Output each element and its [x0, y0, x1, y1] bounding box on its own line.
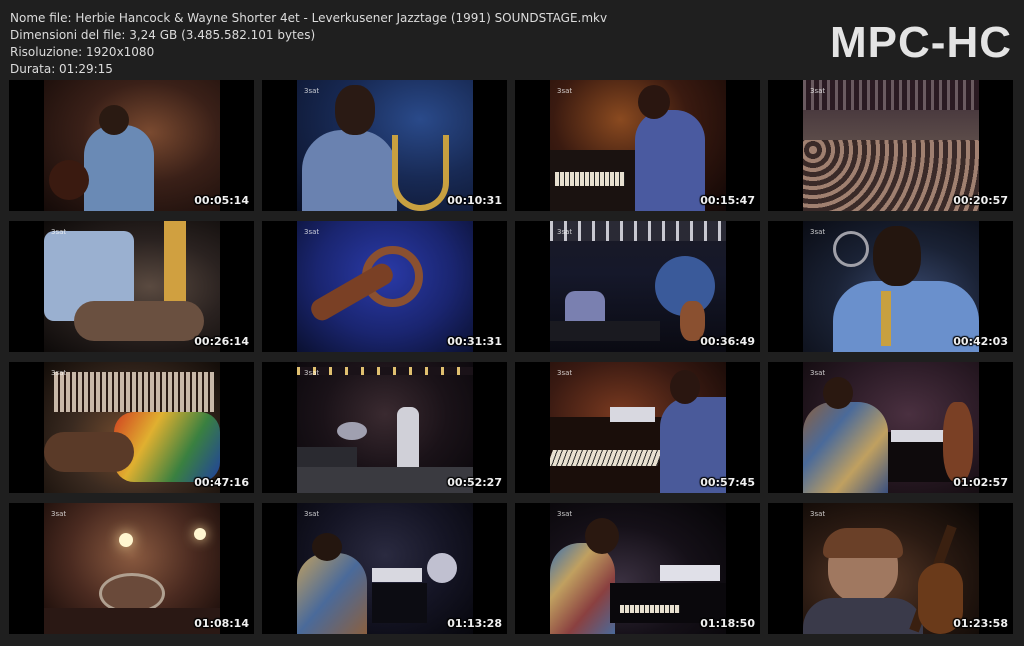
timestamp: 01:18:50: [700, 617, 755, 630]
thumbnail: 3sat 00:26:14: [9, 221, 254, 352]
channel-logo-icon: 3sat: [51, 510, 67, 518]
thumbnail: 3sat 00:42:03: [768, 221, 1013, 352]
channel-logo-icon: 3sat: [557, 369, 573, 377]
video-frame: 3sat: [297, 80, 473, 211]
channel-logo-icon: 3sat: [810, 87, 826, 95]
channel-logo-icon: 3sat: [304, 87, 320, 95]
thumbnail: 3sat 01:02:57: [768, 362, 1013, 493]
channel-logo-icon: 3sat: [304, 510, 320, 518]
resolution: Risoluzione: 1920x1080: [10, 45, 155, 59]
timestamp: 01:13:28: [447, 617, 502, 630]
timestamp: 01:02:57: [953, 476, 1008, 489]
timestamp: 00:15:47: [700, 194, 755, 207]
timestamp: 01:23:58: [953, 617, 1008, 630]
timestamp: 00:31:31: [447, 335, 502, 348]
thumbnail: 3sat 00:36:49: [515, 221, 760, 352]
channel-logo-icon: 3sat: [304, 369, 320, 377]
video-frame: 3sat: [550, 503, 726, 634]
video-frame: 3sat: [550, 221, 726, 352]
channel-logo-icon: 3sat: [51, 369, 67, 377]
thumbnail: 3sat 01:18:50: [515, 503, 760, 634]
video-frame: 3sat: [44, 221, 220, 352]
video-frame: 3sat: [803, 503, 979, 634]
video-frame: 3sat: [803, 221, 979, 352]
channel-logo-icon: 3sat: [810, 510, 826, 518]
channel-logo-icon: 3sat: [304, 228, 320, 236]
thumbnail: 3sat 01:23:58: [768, 503, 1013, 634]
thumbnail: 3sat 01:08:14: [9, 503, 254, 634]
file-name: Nome file: Herbie Hancock & Wayne Shorte…: [10, 11, 608, 25]
timestamp: 00:57:45: [700, 476, 755, 489]
video-frame: 3sat: [803, 362, 979, 493]
thumbnail: 3sat 01:13:28: [262, 503, 507, 634]
timestamp: 01:08:14: [194, 617, 249, 630]
video-frame: 3sat: [297, 503, 473, 634]
thumbnail: 3sat 00:31:31: [262, 221, 507, 352]
thumbnail: 3sat 00:10:31: [262, 80, 507, 211]
file-info: Nome file: Herbie Hancock & Wayne Shorte…: [10, 10, 607, 78]
duration: Durata: 01:29:15: [10, 62, 113, 76]
timestamp: 00:52:27: [447, 476, 502, 489]
thumbnail: 3sat 00:20:57: [768, 80, 1013, 211]
thumbnail: 00:05:14: [9, 80, 254, 211]
channel-logo-icon: 3sat: [51, 228, 67, 236]
timestamp: 00:42:03: [953, 335, 1008, 348]
timestamp: 00:36:49: [700, 335, 755, 348]
video-frame: 3sat: [44, 503, 220, 634]
timestamp: 00:10:31: [447, 194, 502, 207]
timestamp: 00:20:57: [953, 194, 1008, 207]
timestamp: 00:47:16: [194, 476, 249, 489]
video-frame: 3sat: [550, 80, 726, 211]
channel-logo-icon: 3sat: [557, 510, 573, 518]
file-size: Dimensioni del file: 3,24 GB (3.485.582.…: [10, 28, 316, 42]
channel-logo-icon: 3sat: [557, 87, 573, 95]
thumbnail-grid: 00:05:14 3sat 00:10:31 3sat 00:15:47 3sa…: [9, 80, 1017, 636]
video-frame: [44, 80, 220, 211]
channel-logo-icon: 3sat: [810, 369, 826, 377]
video-frame: 3sat: [297, 362, 473, 493]
video-frame: 3sat: [550, 362, 726, 493]
timestamp: 00:05:14: [194, 194, 249, 207]
channel-logo-icon: 3sat: [810, 228, 826, 236]
thumbnail: 3sat 00:52:27: [262, 362, 507, 493]
video-frame: 3sat: [297, 221, 473, 352]
mpc-hc-logo: MPC-HC: [830, 18, 1012, 67]
channel-logo-icon: 3sat: [557, 228, 573, 236]
thumbnail: 3sat 00:57:45: [515, 362, 760, 493]
timestamp: 00:26:14: [194, 335, 249, 348]
video-frame: 3sat: [44, 362, 220, 493]
video-frame: 3sat: [803, 80, 979, 211]
thumbnail: 3sat 00:47:16: [9, 362, 254, 493]
thumbnail: 3sat 00:15:47: [515, 80, 760, 211]
